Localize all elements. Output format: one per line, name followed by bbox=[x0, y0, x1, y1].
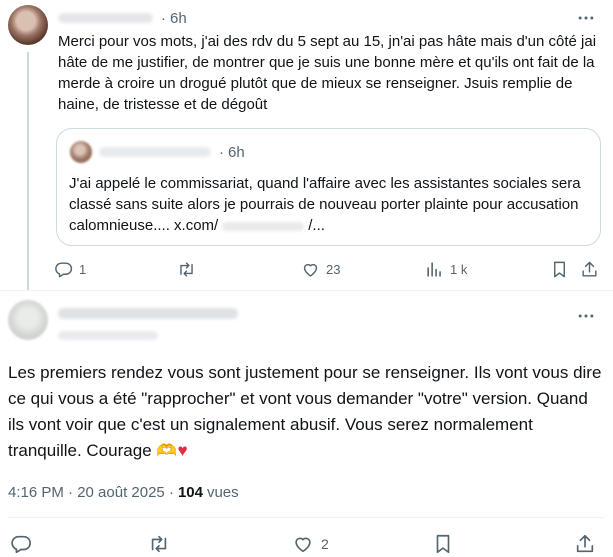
reply-icon bbox=[55, 261, 73, 277]
more-icon[interactable] bbox=[576, 8, 600, 28]
like-count: 23 bbox=[326, 261, 341, 277]
share-button[interactable] bbox=[574, 530, 596, 557]
action-bar: 1 23 1 k bbox=[50, 256, 610, 282]
tweet-timestamp[interactable]: 4:16 PM · 20 août 2025 · bbox=[8, 484, 174, 501]
blurred-quoted-author bbox=[99, 147, 211, 157]
views-count: 104 bbox=[177, 483, 203, 501]
views-icon bbox=[427, 261, 441, 277]
tweet-text: Merci pour vos mots, j'ai des rdv du 5 s… bbox=[58, 33, 597, 113]
thread-line bbox=[27, 52, 29, 290]
tweet-time[interactable]: 6h bbox=[170, 10, 187, 27]
separator-dot: · bbox=[219, 143, 224, 161]
parent-tweet[interactable]: · 6h Merci pour vos mots, j'ai des rdv d… bbox=[0, 0, 613, 290]
meta-divider bbox=[8, 517, 605, 518]
blurred-author-handle[interactable] bbox=[58, 331, 158, 340]
share-button[interactable] bbox=[580, 256, 599, 282]
red-heart-emoji: ♥ bbox=[177, 441, 188, 460]
blurred-link-handle bbox=[222, 221, 305, 231]
views-count: 1 k bbox=[450, 261, 468, 277]
quoted-avatar bbox=[70, 141, 92, 163]
reply-button[interactable] bbox=[10, 530, 32, 557]
bookmark-icon bbox=[436, 534, 450, 553]
bookmark-button[interactable] bbox=[550, 256, 569, 282]
tweet-header: · 6h bbox=[58, 8, 187, 28]
views-button[interactable]: 1 k bbox=[425, 256, 467, 282]
quoted-text: J'ai appelé le commissariat, quand l'aff… bbox=[69, 173, 594, 236]
reply-count: 1 bbox=[79, 261, 87, 277]
more-icon[interactable] bbox=[576, 306, 600, 326]
retweet-button[interactable] bbox=[148, 530, 170, 557]
quoted-header: · 6h bbox=[99, 143, 245, 161]
retweet-button[interactable] bbox=[177, 256, 196, 282]
tweet-divider bbox=[0, 290, 613, 291]
blurred-author-name[interactable] bbox=[58, 13, 153, 23]
blurred-author-name[interactable] bbox=[58, 308, 238, 319]
tweet-text: Les premiers rendez vous sont justement … bbox=[8, 360, 608, 464]
reply-button[interactable]: 1 bbox=[54, 256, 86, 282]
like-icon bbox=[303, 263, 318, 277]
like-icon bbox=[295, 537, 311, 552]
bookmark-button[interactable] bbox=[432, 530, 454, 557]
quoted-tweet[interactable]: · 6h J'ai appelé le commissariat, quand … bbox=[56, 128, 601, 246]
quoted-link-tail: /... bbox=[308, 217, 325, 234]
bookmark-icon bbox=[554, 261, 565, 277]
tweet-text-body: Les premiers rendez vous sont justement … bbox=[8, 363, 602, 460]
reply-icon bbox=[11, 535, 31, 553]
views-label: vues bbox=[206, 483, 239, 501]
action-bar: 2 bbox=[0, 530, 613, 557]
avatar[interactable] bbox=[8, 300, 48, 340]
heart-hands-emoji: 🫶 bbox=[156, 441, 178, 460]
like-count: 2 bbox=[321, 535, 329, 552]
like-button[interactable]: 23 bbox=[301, 256, 340, 282]
separator-dot: · bbox=[161, 9, 166, 27]
like-button[interactable]: 2 bbox=[292, 530, 329, 557]
share-icon bbox=[576, 534, 594, 552]
retweet-icon bbox=[151, 535, 167, 552]
retweet-icon bbox=[180, 261, 193, 277]
quoted-time: 6h bbox=[228, 143, 245, 161]
tweet-meta: 4:16 PM · 20 août 2025 · 104 vues bbox=[8, 482, 239, 502]
avatar[interactable] bbox=[8, 5, 48, 45]
share-icon bbox=[582, 261, 597, 277]
